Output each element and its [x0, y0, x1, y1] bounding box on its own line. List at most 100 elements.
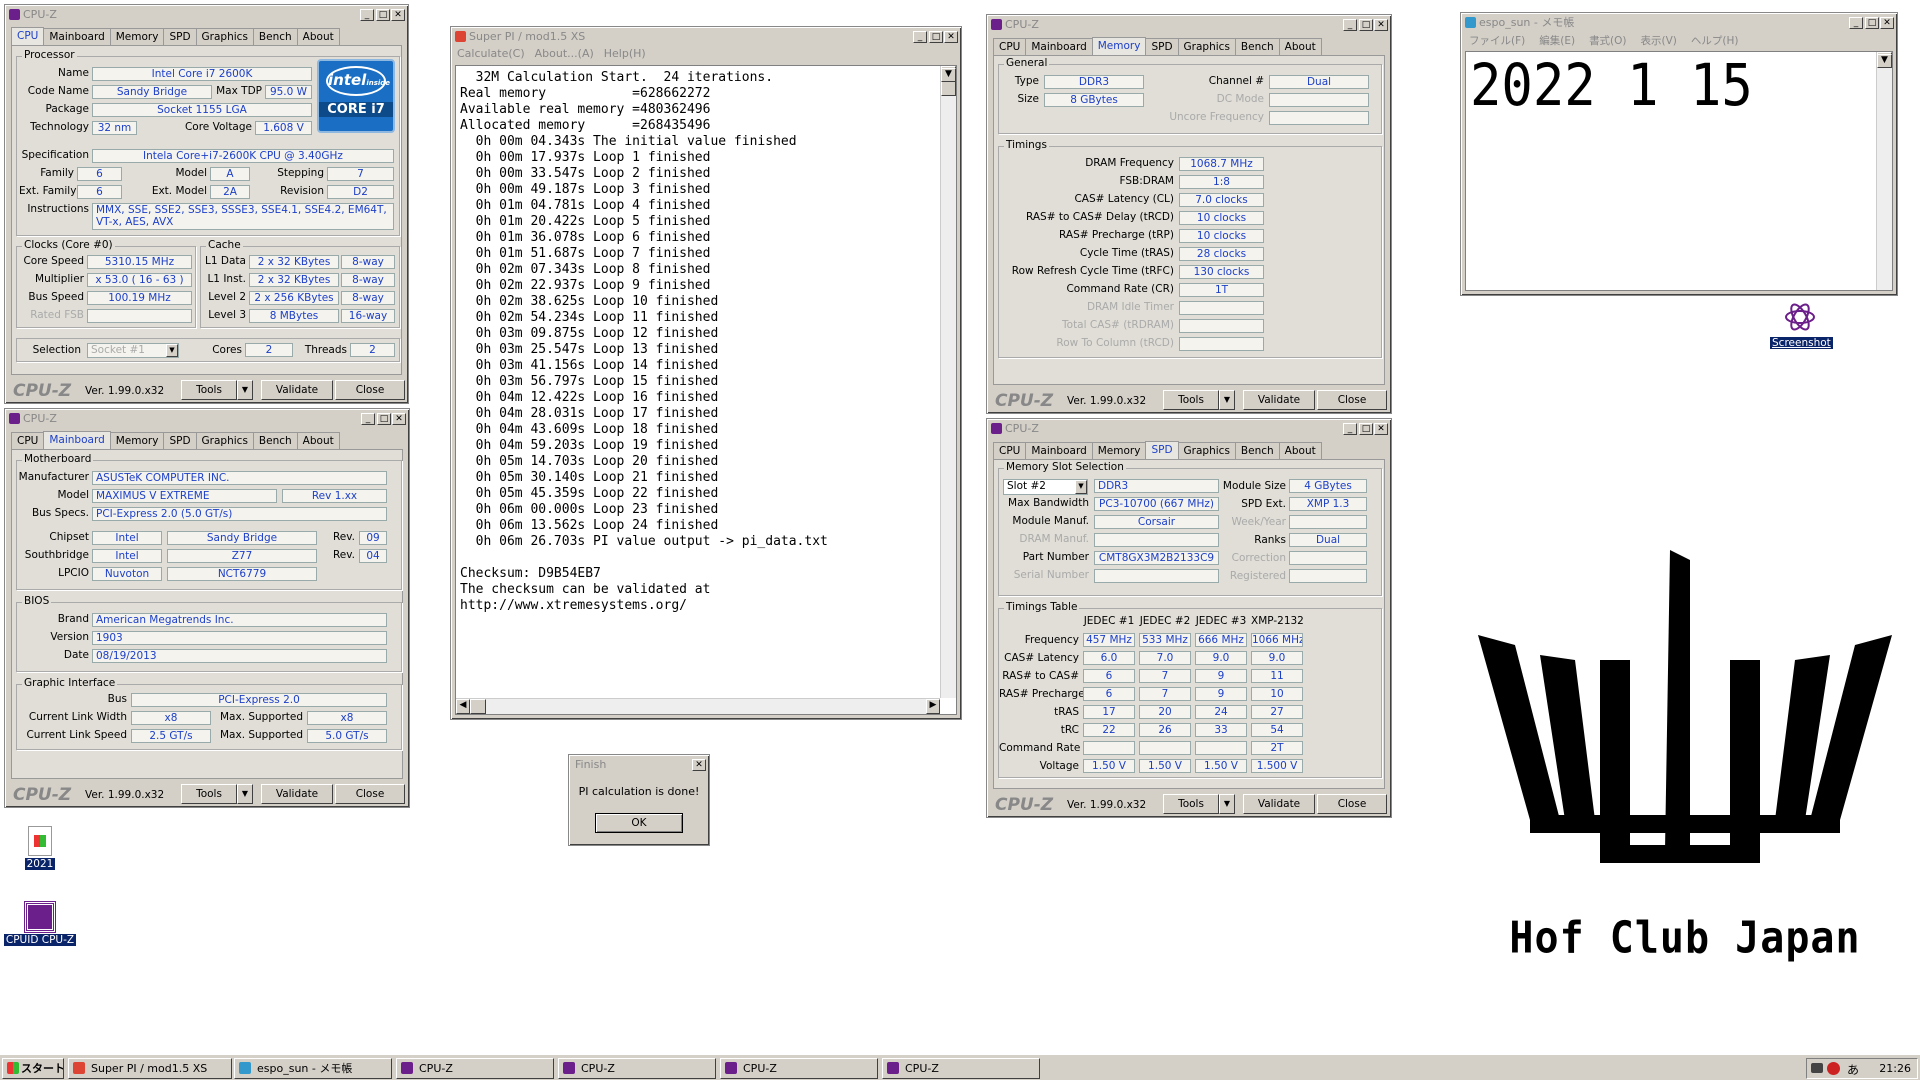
validate-button[interactable]: Validate: [261, 380, 333, 400]
slot-select[interactable]: Slot #2 ▼: [1003, 479, 1088, 495]
close-icon[interactable]: ✕: [1880, 17, 1894, 29]
validate-button[interactable]: Validate: [261, 784, 333, 804]
horizontal-scrollbar[interactable]: ◀ ▶: [456, 698, 940, 714]
tab-about[interactable]: About: [1278, 38, 1322, 55]
tab-spd[interactable]: SPD: [163, 432, 197, 449]
minimize-button[interactable]: _: [360, 9, 374, 21]
chevron-down-icon[interactable]: ▼: [166, 344, 178, 357]
tab-spd[interactable]: SPD: [163, 28, 197, 45]
tab-graphics[interactable]: Graphics: [1177, 38, 1236, 55]
menu-calculate[interactable]: Calculate(C): [457, 47, 525, 60]
scroll-down-icon[interactable]: ▼: [1877, 54, 1892, 68]
chevron-down-icon[interactable]: ▼: [1219, 390, 1235, 410]
desktop-icon-cpuz[interactable]: CPUID CPU-Z: [0, 901, 80, 946]
tab-about[interactable]: About: [296, 28, 340, 45]
validate-button[interactable]: Validate: [1243, 794, 1315, 814]
title-bar[interactable]: CPU-Z _ □ ✕: [7, 411, 407, 426]
title-bar[interactable]: CPU-Z _ □ ✕: [989, 17, 1389, 32]
menu-edit[interactable]: 編集(E): [1539, 35, 1575, 47]
tab-bench[interactable]: Bench: [1234, 38, 1280, 55]
taskbar-item-notepad[interactable]: espo_sun - メモ帳: [234, 1058, 392, 1079]
close-button[interactable]: Close: [1317, 794, 1387, 814]
tab-mainboard[interactable]: Mainboard: [43, 431, 111, 449]
tab-memory[interactable]: Memory: [109, 28, 165, 45]
maximize-button[interactable]: □: [1359, 19, 1373, 31]
tab-cpu[interactable]: CPU: [993, 442, 1027, 459]
vertical-scrollbar[interactable]: ▲ ▼: [940, 66, 956, 698]
minimize-button[interactable]: _: [1343, 423, 1357, 435]
close-button[interactable]: Close: [335, 784, 405, 804]
tab-bench[interactable]: Bench: [252, 432, 298, 449]
title-bar[interactable]: Finish ✕: [571, 757, 707, 772]
security-icon[interactable]: [1827, 1062, 1840, 1075]
taskbar-item-cpuz[interactable]: CPU-Z: [882, 1058, 1040, 1079]
tab-graphics[interactable]: Graphics: [195, 28, 254, 45]
close-icon[interactable]: ✕: [944, 31, 958, 43]
tab-spd[interactable]: SPD: [1145, 38, 1179, 55]
maximize-button[interactable]: □: [377, 413, 391, 425]
tools-button[interactable]: Tools: [1163, 794, 1219, 814]
socket-select[interactable]: Socket #1 ▼: [87, 343, 179, 358]
tab-graphics[interactable]: Graphics: [195, 432, 254, 449]
tab-cpu[interactable]: CPU: [993, 38, 1027, 55]
text-editor[interactable]: 2022 1 15 ▲ ▼: [1465, 51, 1893, 291]
tab-mainboard[interactable]: Mainboard: [1025, 442, 1093, 459]
tools-button[interactable]: Tools: [1163, 390, 1219, 410]
title-bar[interactable]: Super PI / mod1.5 XS _ □ ✕: [453, 29, 959, 44]
desktop-icon-screenshot[interactable]: Screenshot: [1770, 300, 1833, 349]
minimize-button[interactable]: _: [1849, 17, 1863, 29]
minimize-button[interactable]: _: [1343, 19, 1357, 31]
menu-help[interactable]: ヘルプ(H): [1691, 35, 1739, 47]
output-area[interactable]: 32M Calculation Start. 24 iterations. Rea…: [455, 65, 957, 715]
title-bar[interactable]: CPU-Z _ □ ✕: [7, 7, 406, 22]
title-bar[interactable]: espo_sun - メモ帳 _ □ ✕: [1463, 15, 1895, 30]
menu-view[interactable]: 表示(V): [1641, 35, 1677, 47]
minimize-button[interactable]: _: [361, 413, 375, 425]
title-bar[interactable]: CPU-Z _ □ ✕: [989, 421, 1389, 436]
tab-memory[interactable]: Memory: [109, 432, 165, 449]
menu-format[interactable]: 書式(O): [1589, 35, 1626, 47]
maximize-button[interactable]: □: [1359, 423, 1373, 435]
tab-bench[interactable]: Bench: [1234, 442, 1280, 459]
close-icon[interactable]: ✕: [1374, 19, 1388, 31]
tab-cpu[interactable]: CPU: [11, 432, 45, 449]
scroll-right-icon[interactable]: ▶: [926, 699, 940, 714]
chevron-down-icon[interactable]: ▼: [1075, 480, 1087, 494]
close-icon[interactable]: ✕: [692, 759, 706, 771]
maximize-button[interactable]: □: [1865, 17, 1879, 29]
tab-about[interactable]: About: [1278, 442, 1322, 459]
ok-button[interactable]: OK: [595, 813, 683, 833]
start-button[interactable]: スタート: [2, 1058, 64, 1079]
scrollbar-thumb[interactable]: [941, 80, 956, 96]
tab-bench[interactable]: Bench: [252, 28, 298, 45]
tab-spd[interactable]: SPD: [1145, 441, 1179, 459]
close-icon[interactable]: ✕: [391, 9, 405, 21]
taskbar-item-cpuz[interactable]: CPU-Z: [396, 1058, 554, 1079]
scrollbar-thumb[interactable]: [470, 699, 486, 714]
menu-about[interactable]: About...(A): [535, 47, 594, 60]
ime-icon[interactable]: あ: [1847, 1061, 1859, 1078]
minimize-button[interactable]: _: [913, 31, 927, 43]
tools-button[interactable]: Tools: [181, 380, 237, 400]
tools-button[interactable]: Tools: [181, 784, 237, 804]
taskbar-item-cpuz[interactable]: CPU-Z: [558, 1058, 716, 1079]
menu-help[interactable]: Help(H): [604, 47, 646, 60]
menu-file[interactable]: ファイル(F): [1469, 35, 1525, 47]
scroll-left-icon[interactable]: ◀: [456, 699, 470, 714]
tab-mainboard[interactable]: Mainboard: [1025, 38, 1093, 55]
tab-memory[interactable]: Memory: [1091, 37, 1147, 55]
close-button[interactable]: Close: [1317, 390, 1387, 410]
close-icon[interactable]: ✕: [1374, 423, 1388, 435]
close-icon[interactable]: ✕: [392, 413, 406, 425]
taskbar-item-cpuz[interactable]: CPU-Z: [720, 1058, 878, 1079]
desktop-icon-2021[interactable]: 2021: [14, 826, 66, 870]
maximize-button[interactable]: □: [376, 9, 390, 21]
chevron-down-icon[interactable]: ▼: [237, 380, 253, 400]
close-button[interactable]: Close: [335, 380, 405, 400]
tab-cpu[interactable]: CPU: [11, 27, 45, 45]
network-icon[interactable]: [1811, 1063, 1823, 1073]
taskbar-item-superpi[interactable]: Super PI / mod1.5 XS: [68, 1058, 232, 1079]
tab-memory[interactable]: Memory: [1091, 442, 1147, 459]
chevron-down-icon[interactable]: ▼: [237, 784, 253, 804]
tab-about[interactable]: About: [296, 432, 340, 449]
